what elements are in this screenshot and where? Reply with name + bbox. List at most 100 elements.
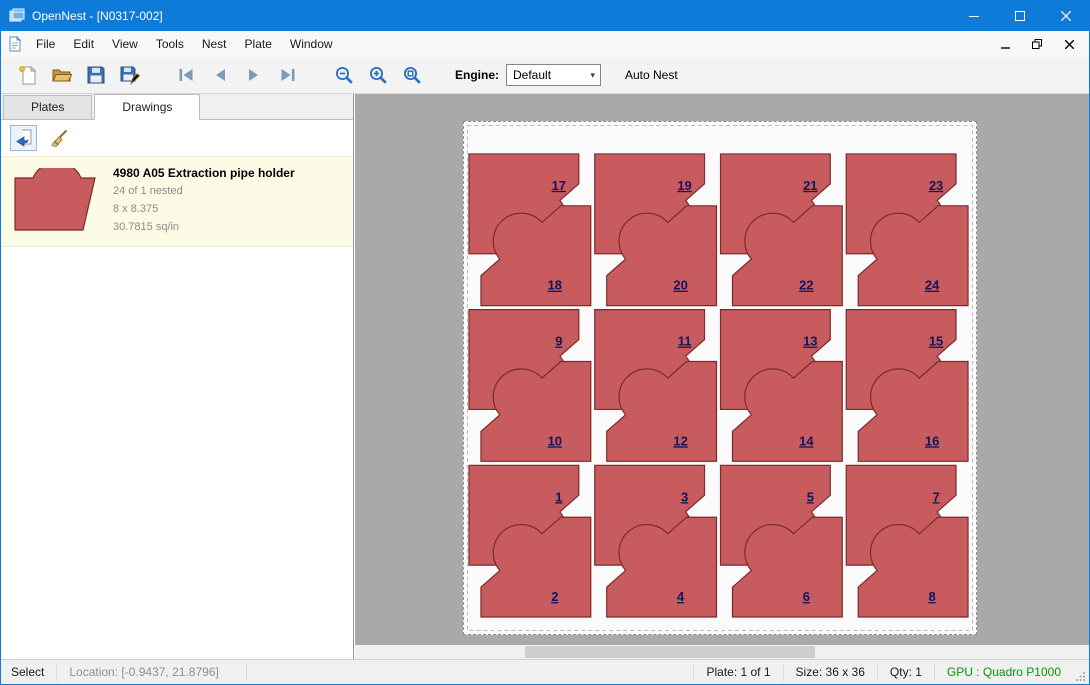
app-icon [9, 8, 25, 24]
save-edit-icon [120, 65, 140, 85]
nest-pair[interactable]: 1516 [846, 310, 968, 462]
nest-pair[interactable]: 2324 [846, 154, 968, 306]
plate[interactable]: 171819202122232491011121314151612345678 [463, 121, 977, 635]
part-number: 20 [673, 278, 687, 293]
maximize-button[interactable] [997, 1, 1043, 31]
resize-grip[interactable] [1073, 660, 1089, 685]
last-plate-button[interactable] [271, 61, 305, 90]
mdi-document-icon[interactable] [7, 36, 23, 52]
nest-pair[interactable]: 34 [595, 465, 717, 617]
next-arrow-icon [244, 65, 264, 85]
nest-pair[interactable]: 1920 [595, 154, 717, 306]
engine-select[interactable]: Default ▾ [506, 64, 601, 86]
statusbar: Select Location: [-0.9437, 21.8796] Plat… [1, 659, 1089, 684]
menu-edit[interactable]: Edit [64, 32, 103, 56]
part-number: 23 [929, 178, 943, 193]
menu-plate[interactable]: Plate [236, 32, 281, 56]
last-arrow-icon [278, 65, 298, 85]
zoom-fit-button[interactable] [395, 61, 429, 90]
mdi-restore-icon [1032, 39, 1042, 49]
menu-file[interactable]: File [27, 32, 64, 56]
part-number: 6 [803, 589, 810, 604]
nest-pair[interactable]: 56 [720, 465, 842, 617]
nest-pair[interactable]: 11 12 [595, 310, 717, 462]
save-button[interactable] [79, 61, 113, 90]
previous-arrow-icon [210, 65, 230, 85]
status-location: Location: [-0.9437, 21.8796] [57, 664, 247, 681]
part-number: 19 [677, 178, 691, 193]
part-number: 13 [803, 334, 817, 349]
new-file-icon [18, 65, 38, 85]
menubar: File Edit View Tools Nest Plate Window [1, 31, 1089, 57]
part-number: 17 [552, 178, 566, 193]
save-icon [86, 65, 106, 85]
broom-icon [49, 128, 69, 148]
close-icon [1061, 11, 1071, 21]
app-window: OpenNest - [N0317-002] File Edit [0, 0, 1090, 685]
next-plate-button[interactable] [237, 61, 271, 90]
nest-pair[interactable]: 2122 [720, 154, 842, 306]
maximize-icon [1015, 11, 1025, 21]
close-button[interactable] [1043, 1, 1089, 31]
zoom-out-button[interactable] [327, 61, 361, 90]
mdi-restore-button[interactable] [1029, 36, 1045, 52]
first-plate-button[interactable] [169, 61, 203, 90]
open-button[interactable] [45, 61, 79, 90]
menu-view[interactable]: View [103, 32, 147, 56]
clean-button[interactable] [45, 125, 72, 151]
part-number: 5 [807, 489, 814, 504]
nest-svg[interactable]: 171819202122232491011121314151612345678 [464, 122, 976, 634]
mdi-window-controls [997, 36, 1089, 52]
tab-plates[interactable]: Plates [3, 95, 92, 119]
part-number: 15 [929, 334, 943, 349]
sidebar-tabstrip: Plates Drawings [1, 94, 353, 120]
menu-window[interactable]: Window [281, 32, 342, 56]
horizontal-scrollbar[interactable] [355, 645, 1089, 659]
status-plate: Plate: 1 of 1 [693, 664, 782, 681]
status-size: Size: 36 x 36 [783, 664, 877, 681]
save-edit-button[interactable] [113, 61, 147, 90]
part-number: 8 [928, 589, 935, 604]
menu-tools[interactable]: Tools [147, 32, 193, 56]
part-number: 10 [548, 433, 562, 448]
part-number: 11 [678, 334, 692, 349]
part-thumbnail [9, 164, 101, 236]
zoom-in-icon [368, 65, 388, 85]
part-number: 14 [799, 433, 814, 448]
mdi-minimize-button[interactable] [997, 36, 1013, 52]
drawing-dimensions: 8 x 8.375 [113, 202, 295, 216]
nest-pair[interactable]: 910 [469, 310, 591, 462]
part-number: 12 [673, 433, 687, 448]
chevron-down-icon: ▾ [590, 70, 595, 81]
status-gpu: GPU : Quadro P1000 [934, 664, 1073, 681]
first-arrow-icon [176, 65, 196, 85]
auto-nest-button[interactable]: Auto Nest [625, 68, 678, 82]
sidebar: Plates Drawings [1, 94, 354, 659]
previous-plate-button[interactable] [203, 61, 237, 90]
zoom-in-button[interactable] [361, 61, 395, 90]
menu-nest[interactable]: Nest [193, 32, 236, 56]
tab-drawings[interactable]: Drawings [94, 94, 200, 120]
window-title: OpenNest - [N0317-002] [32, 9, 163, 23]
caption-buttons [951, 1, 1089, 31]
part-number: 3 [681, 489, 688, 504]
resize-grip-icon [1075, 671, 1086, 682]
part-number: 18 [548, 278, 562, 293]
nest-pair[interactable]: 1718 [469, 154, 591, 306]
part-number: 4 [677, 589, 685, 604]
nest-canvas[interactable]: 171819202122232491011121314151612345678 [355, 94, 1089, 659]
nest-pair[interactable]: 13 14 [720, 310, 842, 462]
minimize-button[interactable] [951, 1, 997, 31]
nest-pair[interactable]: 78 [846, 465, 968, 617]
drawing-item-text: 4980 A05 Extraction pipe holder 24 of 1 … [113, 164, 295, 236]
drawing-list-item[interactable]: 4980 A05 Extraction pipe holder 24 of 1 … [1, 156, 353, 247]
zoom-out-icon [334, 65, 354, 85]
nest-pair[interactable]: 12 [469, 465, 591, 617]
titlebar[interactable]: OpenNest - [N0317-002] [1, 1, 1089, 31]
horizontal-scrollbar-thumb[interactable] [525, 646, 815, 658]
reload-drawing-button[interactable] [10, 125, 37, 151]
mdi-close-button[interactable] [1061, 36, 1077, 52]
drawing-title: 4980 A05 Extraction pipe holder [113, 166, 295, 180]
new-button[interactable] [11, 61, 45, 90]
part-number: 21 [803, 178, 817, 193]
